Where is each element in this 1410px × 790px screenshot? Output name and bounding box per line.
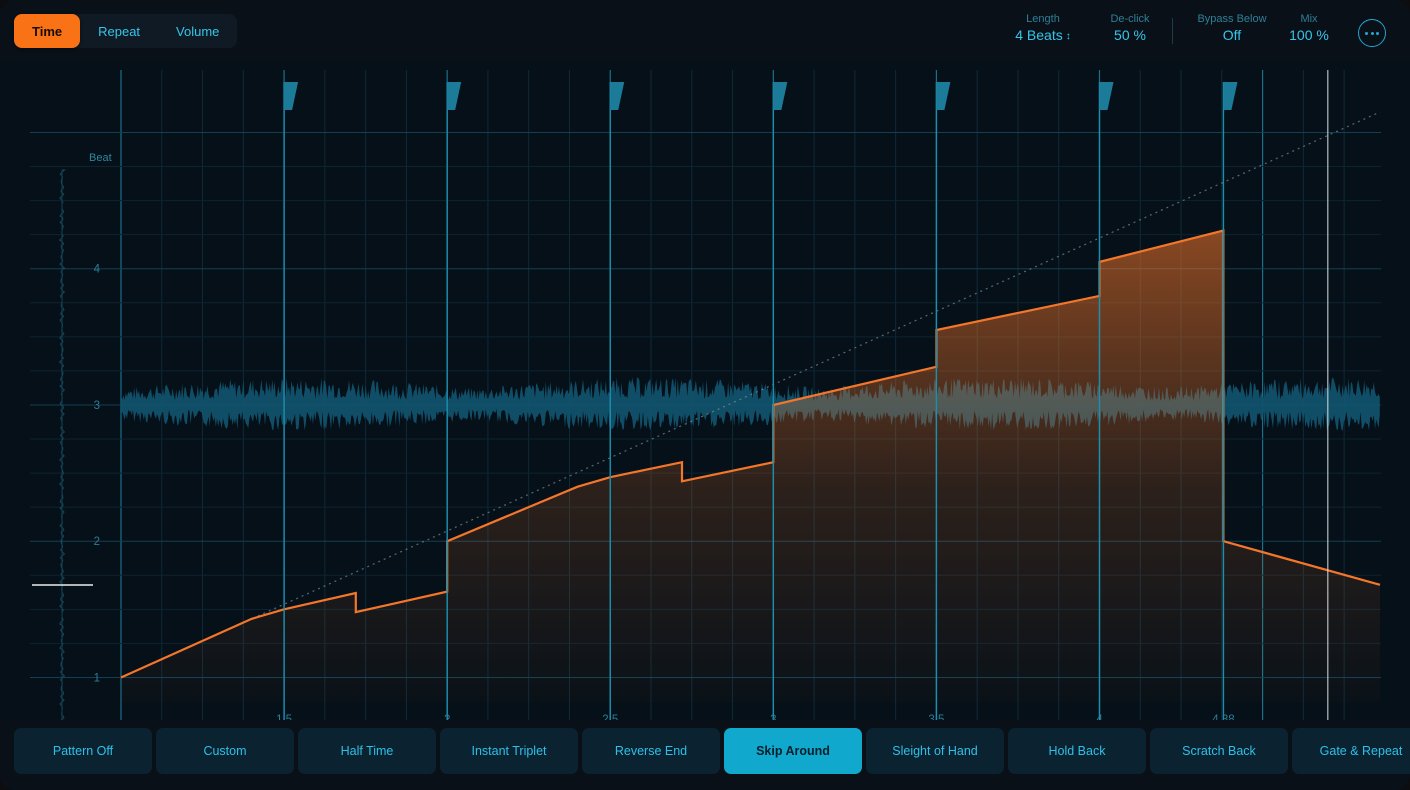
preset-instant-triplet[interactable]: Instant Triplet [440,728,578,774]
preset-skip-around[interactable]: Skip Around [724,728,862,774]
preset-pattern-off[interactable]: Pattern Off [14,728,152,774]
param-bypass-below-value: Off [1186,26,1278,44]
param-length[interactable]: Length 4 Beats↕ [1003,12,1083,47]
warp-graph-svg[interactable]: 12341.522.533.544.38 [0,62,1410,720]
param-length-label: Length [1003,12,1083,26]
mode-tab-group: Time Repeat Volume [14,14,237,48]
param-mix[interactable]: Mix 100 % [1283,12,1335,44]
preset-custom[interactable]: Custom [156,728,294,774]
preset-sleight-of-hand[interactable]: Sleight of Hand [866,728,1004,774]
param-mix-value: 100 % [1283,26,1335,44]
y-axis-title: Beat [89,152,112,164]
preset-scratch-back[interactable]: Scratch Back [1150,728,1288,774]
tab-time[interactable]: Time [14,14,80,48]
y-tick-label: 1 [94,672,100,684]
y-tick-label: 4 [94,264,101,276]
warp-graph-area[interactable]: 12341.522.533.544.38 Beat [0,62,1410,720]
time-warp-editor: Time Repeat Volume Length 4 Beats↕ De-cl… [0,0,1410,790]
param-bypass-below[interactable]: Bypass Below Off [1186,12,1278,44]
ellipsis-circle-icon[interactable] [1358,19,1386,47]
preset-list: Pattern Off Custom Half Time Instant Tri… [14,728,1410,774]
preset-bar: Pattern Off Custom Half Time Instant Tri… [0,720,1410,790]
param-bypass-below-label: Bypass Below [1186,12,1278,26]
toolbar: Time Repeat Volume Length 4 Beats↕ De-cl… [0,0,1410,62]
toolbar-divider [1172,18,1173,44]
preset-gate-and-repeat[interactable]: Gate & Repeat [1292,728,1410,774]
tab-volume[interactable]: Volume [158,14,237,48]
param-mix-label: Mix [1283,12,1335,26]
y-tick-label: 3 [94,400,100,412]
stepper-icon[interactable]: ↕ [1066,28,1071,46]
param-declick[interactable]: De-click 50 % [1093,12,1167,44]
param-length-value: 4 Beats↕ [1003,26,1083,47]
tab-repeat[interactable]: Repeat [80,14,158,48]
preset-half-time[interactable]: Half Time [298,728,436,774]
preset-hold-back[interactable]: Hold Back [1008,728,1146,774]
param-declick-label: De-click [1093,12,1167,26]
y-tick-label: 2 [94,536,100,548]
param-declick-value: 50 % [1093,26,1167,44]
preset-reverse-end[interactable]: Reverse End [582,728,720,774]
